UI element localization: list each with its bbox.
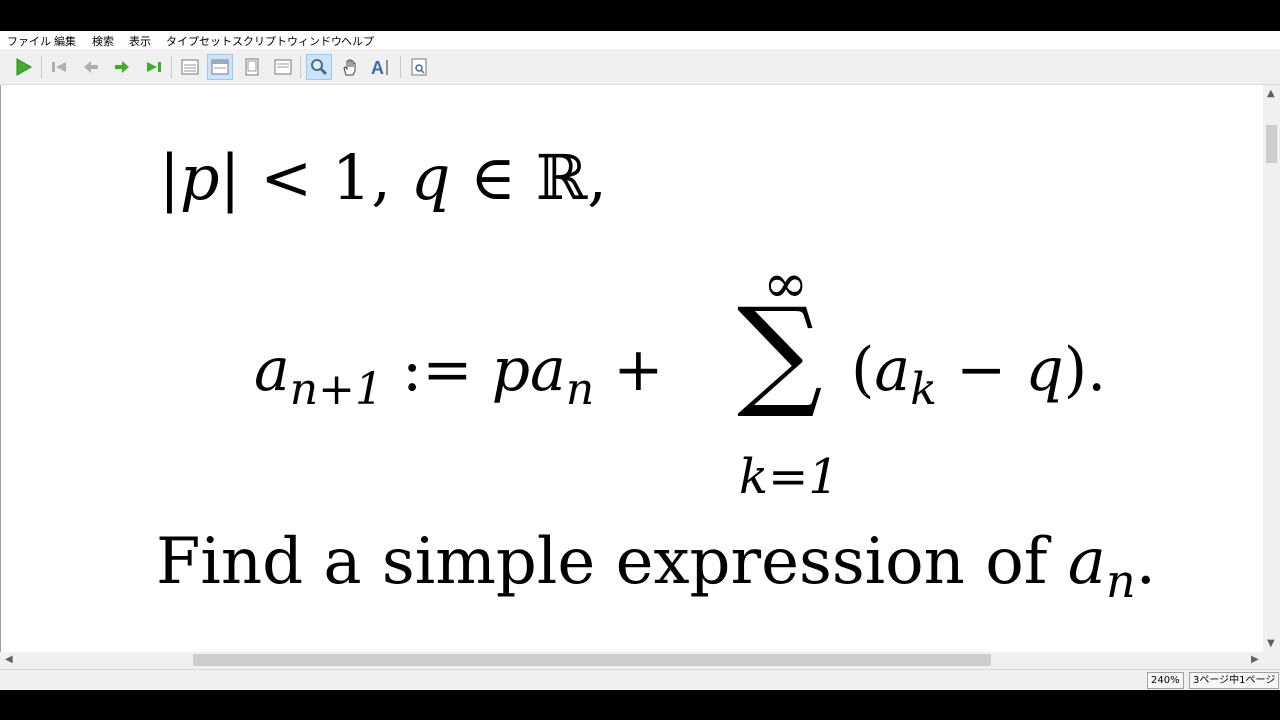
subscript-n: n <box>1105 554 1136 608</box>
window-bottom-border <box>0 690 1280 720</box>
typeset-button[interactable] <box>10 54 36 80</box>
sum-body: (ak − q). <box>851 335 1107 415</box>
scroll-tool-button[interactable] <box>337 54 363 80</box>
reals-symbol: ℝ <box>535 141 588 214</box>
math-line-condition: |p| < 1, q ∈ ℝ, <box>159 141 607 214</box>
scroll-right-arrow[interactable]: ▶ <box>1251 655 1259 665</box>
magnify-tool-button[interactable] <box>306 54 332 80</box>
toolbar-separator <box>400 56 401 78</box>
last-page-icon <box>147 62 161 72</box>
fit-page-button[interactable] <box>239 54 265 80</box>
page-indicator: 3ページ中1ページ <box>1189 672 1280 689</box>
sum-index: k=1 <box>739 449 839 505</box>
arrow-right-icon <box>115 61 129 73</box>
last-page-button[interactable] <box>141 54 167 80</box>
previous-page-button[interactable] <box>78 54 104 80</box>
zoom-level[interactable]: 240% <box>1147 672 1184 689</box>
menu-file[interactable]: ファイル <box>7 33 51 49</box>
var-a: a <box>1067 525 1106 599</box>
var-p: p <box>491 335 531 405</box>
period: . <box>1135 525 1156 599</box>
select-text-button[interactable]: A <box>368 54 394 80</box>
var-q: q <box>1025 335 1064 405</box>
page-fit-icon <box>274 59 292 75</box>
var-q: q <box>410 141 451 214</box>
abs-bar-left: | <box>159 141 180 214</box>
svg-text:A: A <box>371 58 384 77</box>
toolbar-separator <box>171 56 172 78</box>
page-actual-size-icon <box>181 59 199 75</box>
scroll-left-arrow[interactable]: ◀ <box>5 655 13 665</box>
toolbar: A <box>0 49 1280 85</box>
var-a: a <box>254 335 290 405</box>
sum-lower-limit: k=1 <box>739 453 839 501</box>
menu-window[interactable]: ウィンドウ <box>287 33 342 49</box>
scrollbar-corner <box>1263 652 1280 669</box>
var-a: a <box>874 335 911 405</box>
toolbar-separator <box>300 56 301 78</box>
magnifier-icon <box>311 59 328 76</box>
find-icon <box>411 58 427 76</box>
abs-bar-right: | <box>219 141 241 214</box>
next-page-button[interactable] <box>109 54 135 80</box>
menu-help[interactable]: ヘルプ <box>341 33 374 49</box>
sum-upper-limit: ∞ <box>763 252 808 315</box>
vertical-scrollbar[interactable] <box>1263 85 1280 652</box>
plus-operator: + <box>594 335 683 405</box>
subscript-n-plus-1: n+1 <box>289 364 383 415</box>
first-page-icon <box>52 62 66 72</box>
status-bar: 240% 3ページ中1ページ <box>0 669 1280 691</box>
menu-typeset[interactable]: タイプセット <box>166 33 232 49</box>
document-viewport[interactable]: |p| < 1, q ∈ ℝ, an+1 := pan + ∑ ∞ k=1 (a… <box>0 85 1264 652</box>
problem-text: Find a simple expression of <box>156 525 1068 599</box>
page-fit-window-icon <box>245 58 259 76</box>
scroll-up-arrow[interactable]: ▲ <box>1267 89 1275 99</box>
problem-statement: Find a simple expression of an. <box>156 525 1156 608</box>
arrow-left-icon <box>84 61 98 73</box>
subscript-k: k <box>910 364 937 415</box>
element-of: ∈ <box>450 141 536 214</box>
hand-icon <box>343 59 356 76</box>
subscript-n: n <box>565 364 595 415</box>
horizontal-scroll-thumb[interactable] <box>193 654 991 666</box>
find-button[interactable] <box>406 54 432 80</box>
fit-width-button[interactable] <box>207 54 233 80</box>
menu-bar: ファイル 編集 検索 表示 タイプセット スクリプト ウィンドウ ヘルプ <box>0 31 1280 49</box>
var-a: a <box>530 335 566 405</box>
assign-operator: := <box>382 335 492 405</box>
fit-window-button[interactable] <box>270 54 296 80</box>
menu-edit[interactable]: 編集 <box>54 33 76 49</box>
scroll-down-arrow[interactable]: ▼ <box>1267 639 1275 649</box>
text-select-icon: A <box>371 58 388 77</box>
math-equation-recurrence: an+1 := pan + <box>254 335 683 415</box>
var-p: p <box>179 141 220 214</box>
page-fit-width-icon <box>211 59 229 75</box>
first-page-button[interactable] <box>46 54 72 80</box>
menu-view[interactable]: 表示 <box>129 33 151 49</box>
minus-operator: − <box>936 335 1026 405</box>
play-icon <box>16 58 33 76</box>
window-top-border <box>0 0 1280 31</box>
menu-search[interactable]: 検索 <box>92 33 114 49</box>
actual-size-button[interactable] <box>177 54 203 80</box>
less-than-one: < 1, <box>240 141 411 214</box>
vertical-scroll-thumb[interactable] <box>1266 125 1277 163</box>
comma: , <box>587 141 607 214</box>
toolbar-separator <box>41 56 42 78</box>
menu-script[interactable]: スクリプト <box>232 33 287 49</box>
open-paren: ( <box>851 335 875 405</box>
close-paren-period: ). <box>1063 335 1107 405</box>
